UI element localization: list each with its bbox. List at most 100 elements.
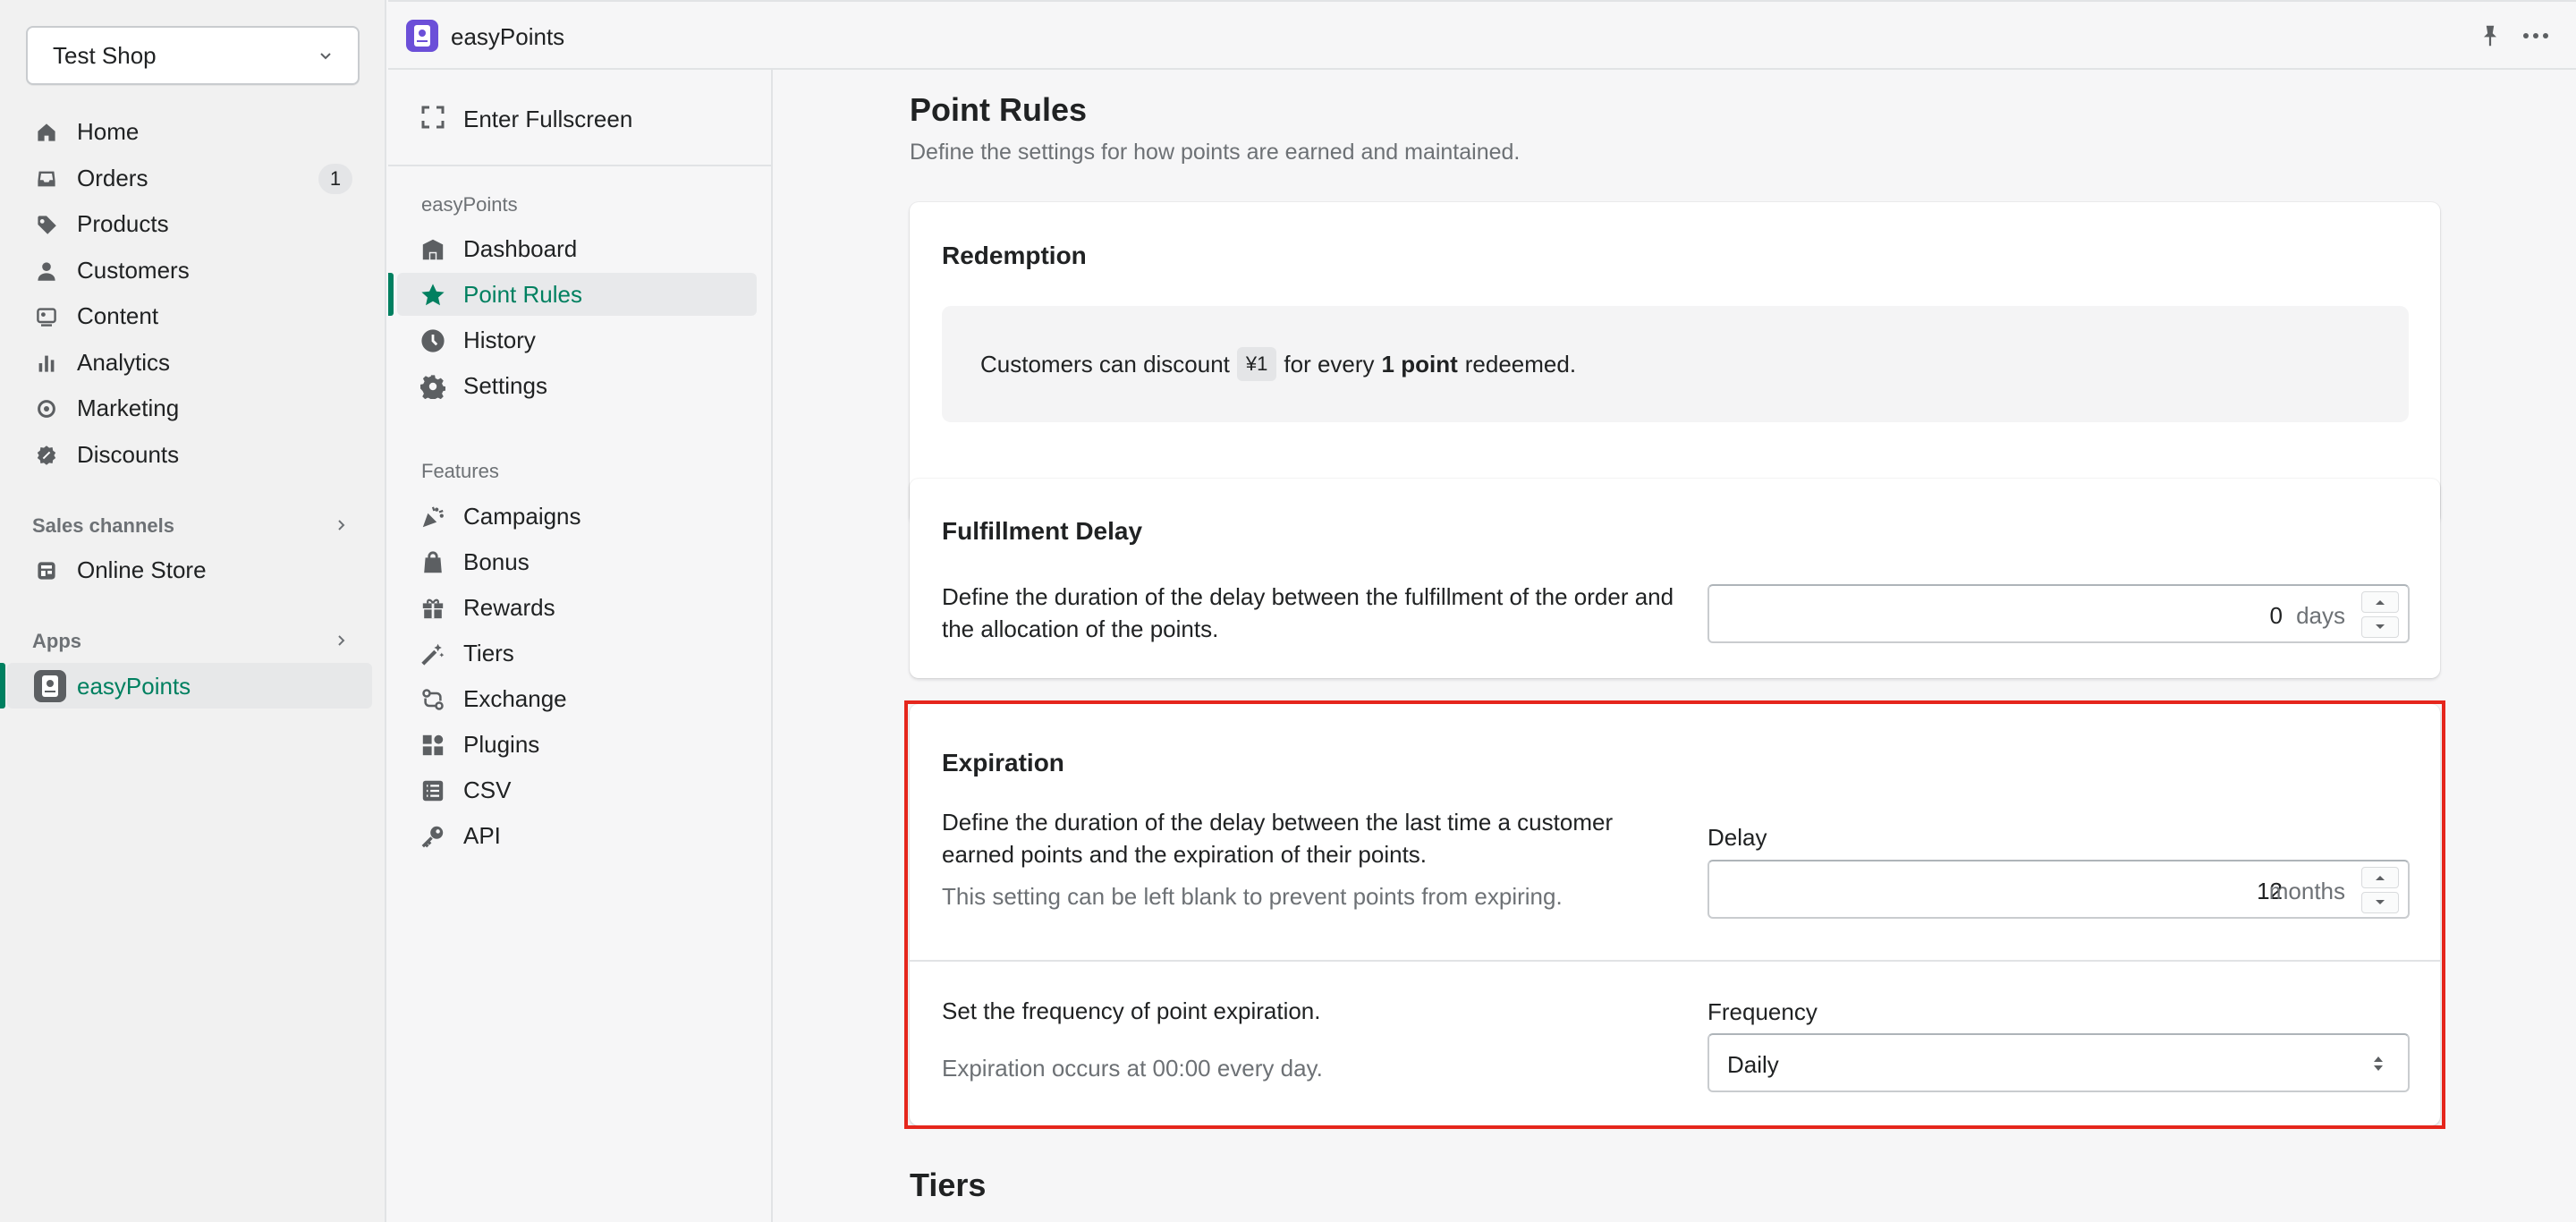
active-indicator: [0, 663, 5, 709]
frequency-selected-value: Daily: [1727, 1051, 1779, 1078]
app-sidebar: Enter Fullscreen easyPoints Dashboard Po…: [388, 70, 773, 1222]
clock-icon: [421, 329, 445, 352]
tiers-section-title: Tiers: [910, 1167, 987, 1203]
redemption-summary: Customers can discount ¥1 for every 1 po…: [942, 306, 2409, 422]
discount-amount-badge: ¥1: [1236, 347, 1277, 381]
dashboard-icon: [422, 239, 444, 260]
nav-item-home[interactable]: Home: [0, 109, 386, 156]
nav-item-label: easyPoints: [77, 673, 191, 700]
star-icon: [421, 284, 445, 306]
enter-fullscreen-label: Enter Fullscreen: [463, 106, 633, 132]
nav-item-label: Home: [77, 118, 140, 146]
expiration-card: Expiration Define the duration of the de…: [910, 704, 2440, 1125]
apps-header[interactable]: Apps: [32, 630, 372, 653]
caret-down-icon: [2376, 624, 2385, 629]
expiration-hint: This setting can be left blank to preven…: [942, 883, 1563, 910]
easypoints-app-icon: [406, 20, 438, 52]
caret-down-icon: [2376, 900, 2385, 904]
expiration-delay-unit: months: [2268, 878, 2345, 904]
nav-item-analytics[interactable]: Analytics: [0, 340, 386, 386]
target-icon: [36, 398, 57, 420]
app-title: easyPoints: [451, 23, 565, 50]
shop-selector[interactable]: Test Shop: [26, 26, 360, 85]
app-nav-label: Exchange: [463, 684, 567, 712]
sales-channels-label: Sales channels: [32, 514, 174, 537]
fulfillment-delay-input[interactable]: 0 days: [1707, 584, 2410, 643]
tag-icon: [36, 214, 57, 235]
app-nav-item-api[interactable]: API: [397, 814, 757, 857]
redemption-text-after: redeemed.: [1464, 350, 1577, 378]
nav-item-products[interactable]: Products: [0, 201, 386, 248]
nav-item-orders[interactable]: Orders 1: [0, 156, 386, 202]
wand-icon: [421, 643, 445, 666]
app-nav-label: Tiers: [463, 639, 514, 666]
frequency-select[interactable]: Daily: [1707, 1033, 2410, 1092]
pin-icon[interactable]: [2478, 23, 2503, 48]
fulfillment-delay-stepper: [2361, 591, 2399, 638]
app-nav-item-bonus[interactable]: Bonus: [397, 540, 757, 583]
app-nav-item-tiers[interactable]: Tiers: [397, 632, 757, 675]
list-icon: [422, 780, 444, 802]
expiration-title: Expiration: [942, 749, 1064, 776]
person-icon: [36, 260, 57, 282]
frequency-label: Frequency: [1707, 998, 1818, 1025]
nav-item-content[interactable]: Content: [0, 293, 386, 340]
chevron-right-icon: [338, 635, 345, 646]
nav-item-label: Discounts: [77, 440, 180, 468]
section-header-easypoints: easyPoints: [421, 193, 518, 216]
main-content: Point Rules Define the settings for how …: [775, 72, 2576, 1222]
fulfillment-delay-card: Fulfillment Delay Define the duration of…: [910, 479, 2440, 678]
redemption-text-middle: for every: [1284, 350, 1375, 378]
expiration-description: Define the duration of the delay between…: [942, 809, 1614, 868]
sales-channels-header[interactable]: Sales channels: [32, 514, 372, 538]
app-nav-item-settings[interactable]: Settings: [397, 364, 757, 407]
frequency-description: Set the frequency of point expiration.: [942, 997, 1321, 1024]
nav-item-easypoints[interactable]: easyPoints: [0, 663, 372, 709]
more-options-icon[interactable]: [2521, 23, 2551, 48]
gear-icon: [420, 375, 445, 399]
increment-button[interactable]: [2361, 591, 2399, 613]
app-nav-item-exchange[interactable]: Exchange: [397, 677, 757, 720]
app-nav-label: History: [463, 326, 536, 353]
nav-item-label: Customers: [77, 256, 190, 284]
caret-up-icon: [2376, 600, 2385, 605]
decrement-button[interactable]: [2361, 892, 2399, 913]
increment-button[interactable]: [2361, 867, 2399, 888]
app-nav-item-campaigns[interactable]: Campaigns: [397, 495, 757, 538]
app-nav-label: Dashboard: [463, 234, 578, 262]
select-caret-icon: [2374, 1057, 2383, 1071]
expiration-delay-input[interactable]: 12 months: [1707, 860, 2410, 919]
nav-item-label: Orders: [77, 164, 148, 191]
app-root: Test Shop Home Orders 1 Products Custome…: [0, 0, 2576, 1222]
page-title: Point Rules: [910, 91, 1088, 128]
section-divider: [910, 960, 2440, 962]
app-nav-item-plugins[interactable]: Plugins: [397, 723, 757, 766]
app-nav-label: Campaigns: [463, 502, 581, 530]
section-header-features: Features: [421, 460, 499, 482]
nav-item-label: Analytics: [77, 348, 171, 376]
app-nav-item-csv[interactable]: CSV: [397, 768, 757, 811]
nav-item-label: Content: [77, 302, 159, 330]
frequency-hint: Expiration occurs at 00:00 every day.: [942, 1055, 1323, 1082]
fulfillment-delay-title: Fulfillment Delay: [942, 517, 1143, 545]
nav-item-marketing[interactable]: Marketing: [0, 386, 386, 432]
app-nav-item-dashboard[interactable]: Dashboard: [397, 227, 757, 270]
confetti-icon: [422, 506, 444, 528]
nav-item-customers[interactable]: Customers: [0, 248, 386, 294]
caret-up-icon: [2376, 876, 2385, 880]
fulfillment-delay-unit: days: [2296, 602, 2345, 629]
app-topbar: easyPoints: [388, 0, 2576, 70]
shop-name: Test Shop: [53, 41, 157, 69]
app-nav-label: Rewards: [463, 593, 555, 621]
admin-nav-list: Home Orders 1 Products Customers Content: [0, 109, 386, 478]
nav-item-discounts[interactable]: Discounts: [0, 432, 386, 479]
app-nav-item-rewards[interactable]: Rewards: [397, 586, 757, 629]
nav-item-online-store[interactable]: Online Store: [0, 547, 386, 594]
redemption-points: 1 point: [1381, 350, 1458, 378]
nav-item-label: Marketing: [77, 395, 180, 422]
app-nav-item-history[interactable]: History: [397, 318, 757, 361]
app-nav-item-point-rules[interactable]: Point Rules: [388, 273, 757, 316]
page-subtitle: Define the settings for how points are e…: [910, 140, 1521, 165]
enter-fullscreen-button[interactable]: Enter Fullscreen: [388, 70, 773, 166]
decrement-button[interactable]: [2361, 616, 2399, 638]
